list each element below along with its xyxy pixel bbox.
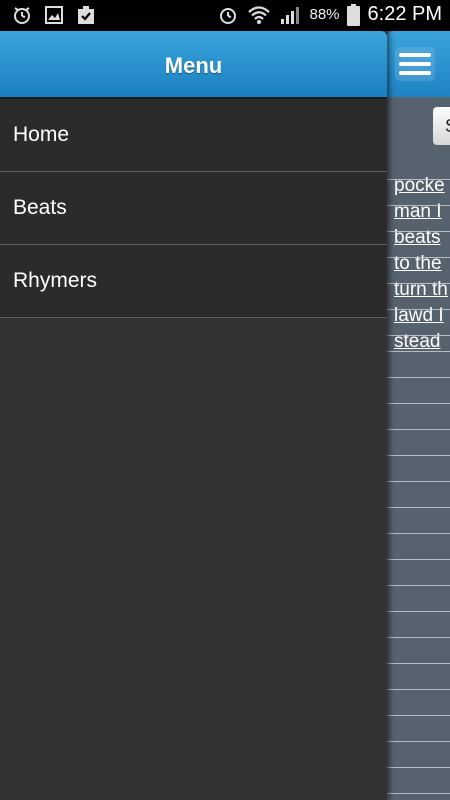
lyric-line[interactable]: pocke [394,173,450,199]
task-check-icon [74,4,98,26]
battery-percentage: 88% [309,6,340,23]
menu-item-label: Rhymers [13,269,98,292]
divider [387,611,450,612]
main-content: S pocke man I beats to the turn th lawd … [387,97,450,800]
divider [387,429,450,430]
system-icons: 88% 6:22 PM [216,3,442,26]
divider [387,403,450,404]
lyric-line[interactable]: man I [394,199,450,225]
divider [387,283,450,284]
search-button[interactable]: S [433,107,450,145]
divider [387,481,450,482]
lyric-line[interactable]: lawd I [394,303,450,329]
divider [387,507,450,508]
divider [387,741,450,742]
menu-item-label: Home [13,123,70,146]
alarm-clock-icon [10,4,34,26]
menu-item-label: Beats [13,196,67,219]
divider [387,231,450,232]
divider [387,351,450,352]
battery-icon [347,3,361,26]
main-panel: S pocke man I beats to the turn th lawd … [387,31,450,800]
screen: 88% 6:22 PM S pocke man I beats to the t… [0,0,450,800]
divider [387,335,450,336]
divider [387,179,450,180]
alarm-icon [216,4,240,26]
divider [387,455,450,456]
side-menu: Menu Home Beats Rhymers [0,31,387,800]
menu-item-beats[interactable]: Beats [0,172,387,245]
wifi-icon [247,4,271,26]
divider [387,663,450,664]
divider [387,257,450,258]
signal-icon [278,4,302,26]
divider [387,205,450,206]
lyric-line[interactable]: to the [394,251,450,277]
clock-time: 6:22 PM [367,3,442,25]
menu-list: Home Beats Rhymers [0,97,387,318]
status-bar: 88% 6:22 PM [0,0,450,31]
divider [387,767,450,768]
divider [387,715,450,716]
divider [387,793,450,794]
lyric-line[interactable]: beats [394,225,450,251]
divider [387,377,450,378]
image-icon [42,4,66,26]
divider [387,559,450,560]
menu-header: Menu [0,31,387,97]
divider [387,533,450,534]
menu-item-rhymers[interactable]: Rhymers [0,245,387,318]
divider [387,585,450,586]
lyric-line[interactable]: turn th [394,277,450,303]
divider [387,309,450,310]
main-header [387,31,450,97]
menu-item-home[interactable]: Home [0,99,387,172]
menu-title: Menu [164,53,223,78]
hamburger-menu-icon[interactable] [395,47,435,81]
divider [387,689,450,690]
notification-icons [10,4,98,26]
divider [387,637,450,638]
